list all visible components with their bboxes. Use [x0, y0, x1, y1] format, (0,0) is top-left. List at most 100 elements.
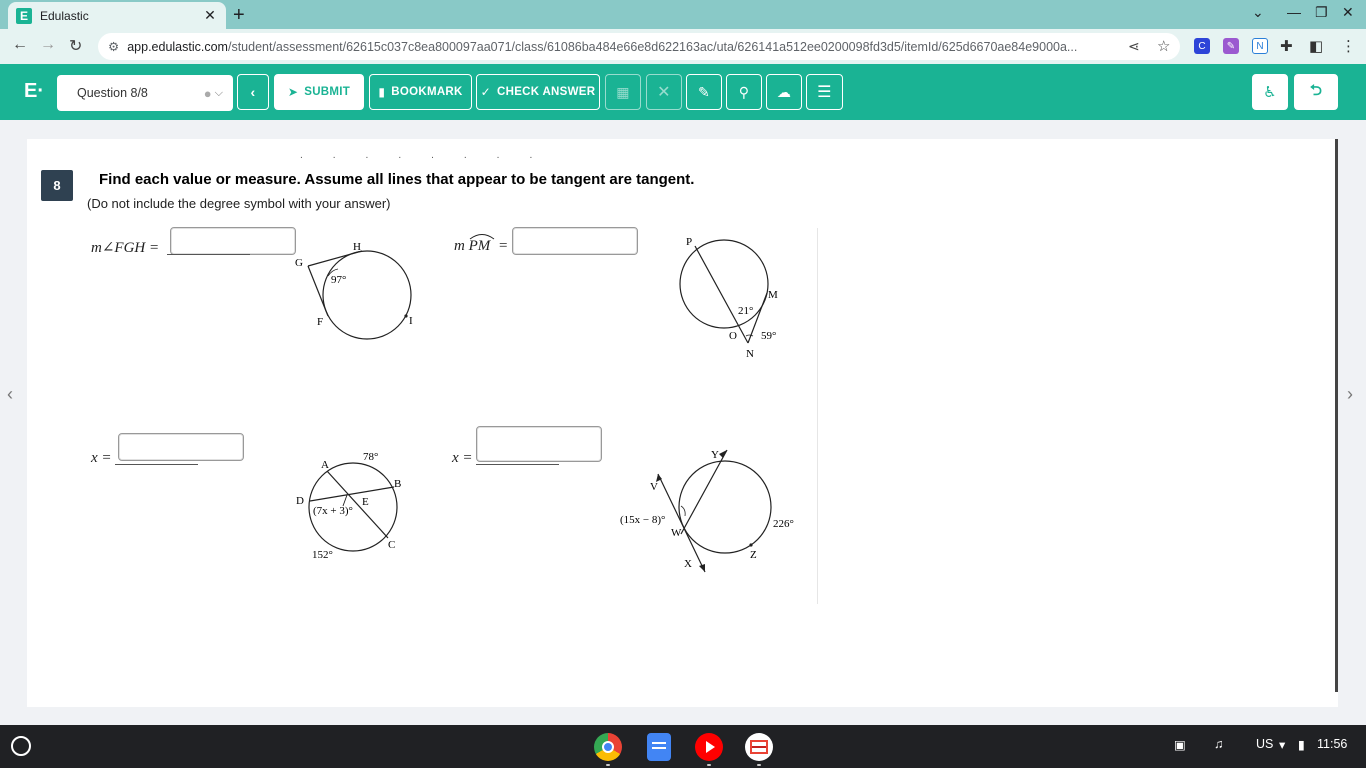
hamburger-icon: ☰: [817, 84, 832, 101]
prev-arrow-icon[interactable]: ‹: [7, 384, 13, 405]
extension-tw-icon[interactable]: ✎: [1223, 38, 1239, 54]
p4-arc-label: 226°: [773, 518, 794, 530]
locale-label[interactable]: US: [1256, 737, 1273, 751]
wifi-icon: ▾: [1279, 738, 1286, 752]
gmail-app-icon[interactable]: [745, 733, 773, 761]
submit-button[interactable]: ➤ SUBMIT: [274, 74, 364, 110]
p1-point-i: [404, 314, 408, 318]
accessibility-icon: ♿: [1263, 84, 1277, 101]
p1-point-g-label: G: [295, 257, 303, 269]
question-card: [27, 139, 1338, 707]
save-button[interactable]: ☁: [766, 74, 802, 110]
extensions-puzzle-icon[interactable]: ✚: [1280, 37, 1293, 55]
close-window-icon[interactable]: ✕: [1342, 4, 1354, 21]
p3-arc-top-label: 78°: [363, 451, 378, 463]
check-answer-button[interactable]: ✓ CHECK ANSWER: [476, 74, 600, 110]
question-selector[interactable]: Question 8/8 ● ⌵: [57, 75, 233, 111]
p2-label-arc: PM: [469, 234, 494, 255]
question-selector-label: Question 8/8: [77, 86, 148, 100]
layout-grid-button[interactable]: ▦: [605, 74, 641, 110]
p3-answer-underline: [115, 464, 198, 465]
minimize-icon[interactable]: —: [1287, 4, 1301, 20]
holding-space-icon[interactable]: ▣: [1174, 737, 1186, 752]
url-domain: app.edulastic.com: [127, 39, 228, 54]
p4-point-v-label: V: [650, 481, 658, 493]
magnifier-button[interactable]: ⚲: [726, 74, 762, 110]
clock-time[interactable]: 11:56: [1317, 737, 1347, 751]
p3-arc-bottom-label: 152°: [312, 549, 333, 561]
share-icon[interactable]: ⋖: [1128, 38, 1140, 55]
info-icon: ●: [203, 85, 212, 101]
p3-answer-input[interactable]: [118, 433, 244, 461]
scratchpad-button[interactable]: ✎: [686, 74, 722, 110]
content-scrollbar[interactable]: [1335, 139, 1338, 692]
restore-icon[interactable]: ❐: [1315, 4, 1328, 21]
p4-answer-underline: [476, 464, 559, 465]
edulastic-logo: E·: [24, 80, 44, 102]
p1-answer-input[interactable]: [170, 227, 296, 255]
bookmark-icon: ▮: [378, 85, 386, 99]
answer-eliminator-button[interactable]: ✕: [646, 74, 682, 110]
p2-angle-mark: [745, 334, 754, 337]
media-controls-icon[interactable]: ♫: [1214, 737, 1223, 751]
youtube-running-indicator: [707, 764, 711, 766]
battery-icon: ▮: [1298, 738, 1305, 752]
p1-point-f-label: F: [317, 316, 323, 328]
chevron-left-icon: ‹: [250, 84, 256, 100]
chevron-down-icon: ⌵: [214, 86, 223, 99]
cloud-upload-icon: ☁: [776, 83, 792, 100]
p3-point-b-label: B: [394, 478, 401, 490]
p4-answer-input[interactable]: [476, 426, 602, 462]
bookmark-star-icon[interactable]: ☆: [1157, 37, 1170, 55]
p2-label: m PM =: [454, 234, 507, 255]
p1-point-h-label: H: [353, 241, 361, 253]
tools-menu-button[interactable]: ☰: [806, 74, 843, 110]
question-instruction: (Do not include the degree symbol with y…: [87, 196, 391, 211]
p1-tangent-gf: [307, 265, 329, 317]
p1-tangent-gh: [307, 250, 363, 267]
question-title: Find each value or measure. Assume all l…: [99, 171, 695, 188]
p1-answer-underline: [167, 254, 250, 255]
p4-secant-wy: [680, 449, 728, 535]
x-icon: ✕: [657, 84, 671, 101]
youtube-app-icon[interactable]: [695, 733, 723, 761]
p4-point-y-label: Y: [711, 449, 719, 461]
assessment-toolbar: E· Question 8/8 ● ⌵ ‹ ➤ SUBMIT ▮ BOOKMAR…: [0, 64, 1366, 120]
edulastic-favicon-icon: E: [16, 7, 32, 24]
search-icon: ⚲: [738, 83, 750, 100]
new-tab-icon[interactable]: +: [233, 4, 245, 27]
browser-tab[interactable]: E Edulastic ✕: [8, 2, 226, 29]
chrome-running-indicator: [606, 764, 610, 766]
p1-label: m∠FGH =: [91, 240, 160, 256]
site-info-icon[interactable]: ⚙: [108, 39, 119, 54]
extension-n-icon[interactable]: N: [1252, 38, 1268, 54]
p4-label: x =: [452, 450, 473, 466]
previous-question-button[interactable]: ‹: [237, 74, 269, 110]
p2-answer-input[interactable]: [512, 227, 638, 255]
p4-angle-label: (15x − 8)°: [620, 514, 665, 526]
exit-button[interactable]: ⮌: [1294, 74, 1338, 110]
address-bar-row: ← → ↻ ⚙ app.edulastic.com/student/assess…: [0, 29, 1366, 64]
p3-point-c-label: C: [388, 539, 395, 551]
bookmark-button[interactable]: ▮ BOOKMARK: [369, 74, 472, 110]
p4-figure: Y V W X Z (15x − 8)° 226°: [620, 449, 794, 573]
back-icon[interactable]: ←: [12, 36, 28, 54]
p3-figure: A B C D E 78° 152° (7x + 3)°: [296, 451, 401, 561]
launcher-icon[interactable]: [11, 736, 31, 756]
tab-search-chevron-icon[interactable]: ⌄: [1252, 4, 1264, 21]
more-menu-icon[interactable]: ⋮: [1341, 37, 1356, 55]
url-bar[interactable]: ⚙ app.edulastic.com/student/assessment/6…: [98, 33, 1180, 60]
p3-angle-label: (7x + 3)°: [313, 505, 353, 517]
extension-c-icon[interactable]: C: [1194, 38, 1210, 54]
next-arrow-icon[interactable]: ›: [1347, 384, 1353, 405]
forward-icon[interactable]: →: [40, 36, 56, 54]
reload-icon[interactable]: ↻: [69, 36, 82, 56]
close-tab-icon[interactable]: ✕: [202, 7, 218, 24]
p1-circle: [322, 250, 412, 340]
chrome-app-icon[interactable]: [594, 733, 622, 761]
side-panel-icon[interactable]: ◧: [1309, 37, 1323, 55]
p4-circle: [678, 460, 772, 554]
accessibility-button[interactable]: ♿: [1252, 74, 1288, 110]
p4-arrow-y-icon: [719, 450, 727, 458]
docs-app-icon[interactable]: [647, 733, 671, 761]
